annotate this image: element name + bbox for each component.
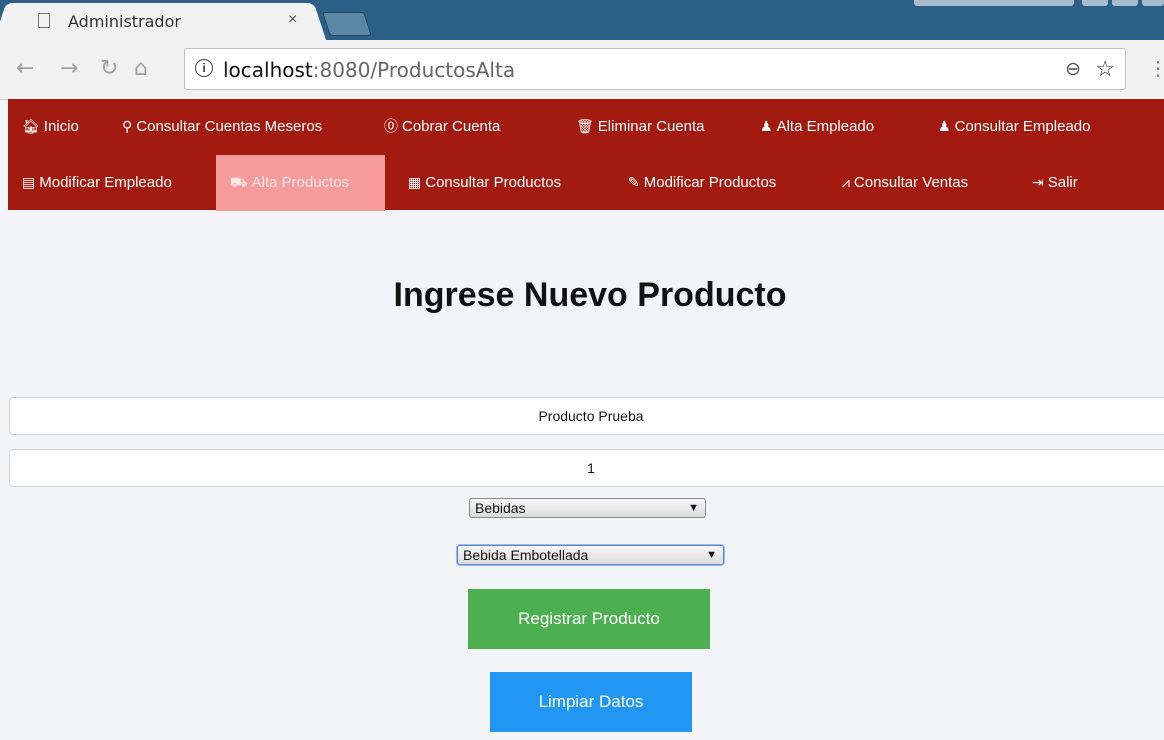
subcategory-select-value: Bebida Embotellada xyxy=(463,547,589,563)
user-add-icon: ♟ xyxy=(760,119,773,135)
chevron-down-icon: ▼ xyxy=(688,502,699,514)
nav-label: Consultar Cuentas Meseros xyxy=(136,118,323,135)
url-host: localhost xyxy=(223,58,313,82)
binoculars-icon: ▦ xyxy=(408,175,422,191)
chart-line-icon: ⩘ xyxy=(842,175,850,191)
nav-label: Modificar Empleado xyxy=(39,174,172,191)
quantity-input[interactable]: 1 xyxy=(9,449,1164,487)
star-icon[interactable]: ☆ xyxy=(1095,56,1115,82)
list-icon: ▤ xyxy=(22,175,36,191)
nav-label: Consultar Ventas xyxy=(853,174,969,191)
home-icon[interactable]: ⌂ xyxy=(134,56,148,81)
trash-icon: 🗑︎ xyxy=(576,119,594,135)
address-bar[interactable]: i localhost:8080/ProductosAlta ⊖ ☆ xyxy=(184,48,1126,90)
dollar-icon: ⓪ xyxy=(384,119,398,135)
reload-icon[interactable]: ↻ xyxy=(100,56,118,81)
nav-label: Alta Productos xyxy=(251,174,350,191)
tab-title: Administrador xyxy=(68,12,181,31)
nav-inicio[interactable]: 🏠︎ Inicio xyxy=(8,99,93,155)
close-window-button[interactable] xyxy=(1142,0,1164,6)
page-title: Ingrese Nuevo Producto xyxy=(393,276,787,314)
browser-tab-bar: Administrador × xyxy=(0,0,1164,40)
clear-data-button[interactable]: Limpiar Datos xyxy=(490,672,692,732)
page-icon xyxy=(38,13,50,28)
pencil-icon: ✎ xyxy=(628,175,640,191)
window-user-button[interactable] xyxy=(914,0,1074,6)
chevron-down-icon: ▼ xyxy=(706,549,717,561)
minimize-button[interactable] xyxy=(1082,0,1108,6)
nav-cobrar-cuenta[interactable]: ⓪ Cobrar Cuenta xyxy=(370,99,514,155)
nav-salir[interactable]: ⇥ Salir xyxy=(1018,155,1092,211)
url-text[interactable]: localhost:8080/ProductosAlta xyxy=(223,58,515,82)
category-select-value: Bebidas xyxy=(475,500,526,516)
nav-label: Consultar Empleado xyxy=(954,118,1091,135)
forward-arrow-icon[interactable]: → xyxy=(60,56,78,81)
search-icon: ⚲ xyxy=(122,119,133,135)
nav-label: Inicio xyxy=(43,118,79,135)
nav-consultar-empleado[interactable]: ♟ Consultar Empleado xyxy=(924,99,1104,155)
nav-alta-productos[interactable]: ⛟ Alta Productos xyxy=(216,155,385,211)
browser-tab[interactable]: Administrador × xyxy=(10,3,310,40)
nav-consultar-ventas[interactable]: ⩘ Consultar Ventas xyxy=(828,155,982,211)
maximize-button[interactable] xyxy=(1112,0,1138,6)
main-nav: 🏠︎ Inicio ⚲ Consultar Cuentas Meseros ⓪ Cob… xyxy=(8,99,1164,211)
nav-label: Alta Empleado xyxy=(776,118,875,135)
nav-modificar-productos[interactable]: ✎ Modificar Productos xyxy=(614,155,790,211)
home-icon: 🏠︎ xyxy=(22,119,40,135)
nav-label: Modificar Productos xyxy=(643,174,777,191)
browser-toolbar: ← → ↻ ⌂ i localhost:8080/ProductosAlta ⊖… xyxy=(0,40,1164,100)
nav-alta-empleado[interactable]: ♟ Alta Empleado xyxy=(746,99,888,155)
nav-label: Consultar Productos xyxy=(425,174,562,191)
nav-consultar-cuentas-meseros[interactable]: ⚲ Consultar Cuentas Meseros xyxy=(108,99,336,155)
subcategory-select[interactable]: Bebida Embotellada ▼ xyxy=(457,545,724,565)
back-arrow-icon[interactable]: ← xyxy=(16,56,34,81)
nav-eliminar-cuenta[interactable]: 🗑︎ Eliminar Cuenta xyxy=(562,99,719,155)
nav-consultar-productos[interactable]: ▦ Consultar Productos xyxy=(394,155,575,211)
close-tab-icon[interactable]: × xyxy=(288,11,297,29)
nav-modificar-empleado[interactable]: ▤ Modificar Empleado xyxy=(8,155,186,211)
browser-menu-icon[interactable]: ⋮ xyxy=(1148,56,1164,81)
exit-icon: ⇥ xyxy=(1032,175,1044,191)
user-icon: ♟ xyxy=(938,119,951,135)
nav-label: Cobrar Cuenta xyxy=(402,118,501,135)
nav-label: Eliminar Cuenta xyxy=(597,118,705,135)
info-icon[interactable]: i xyxy=(195,59,213,77)
product-name-input[interactable]: Producto Prueba xyxy=(9,397,1164,435)
cart-icon: ⛟ xyxy=(230,175,248,191)
zoom-icon[interactable]: ⊖ xyxy=(1065,58,1081,81)
new-tab-button[interactable] xyxy=(322,12,372,36)
window-controls xyxy=(914,0,1164,6)
url-path: :8080/ProductosAlta xyxy=(312,58,516,82)
nav-label: Salir xyxy=(1047,174,1078,191)
register-product-button[interactable]: Registrar Producto xyxy=(468,589,710,649)
category-select[interactable]: Bebidas ▼ xyxy=(469,498,706,518)
